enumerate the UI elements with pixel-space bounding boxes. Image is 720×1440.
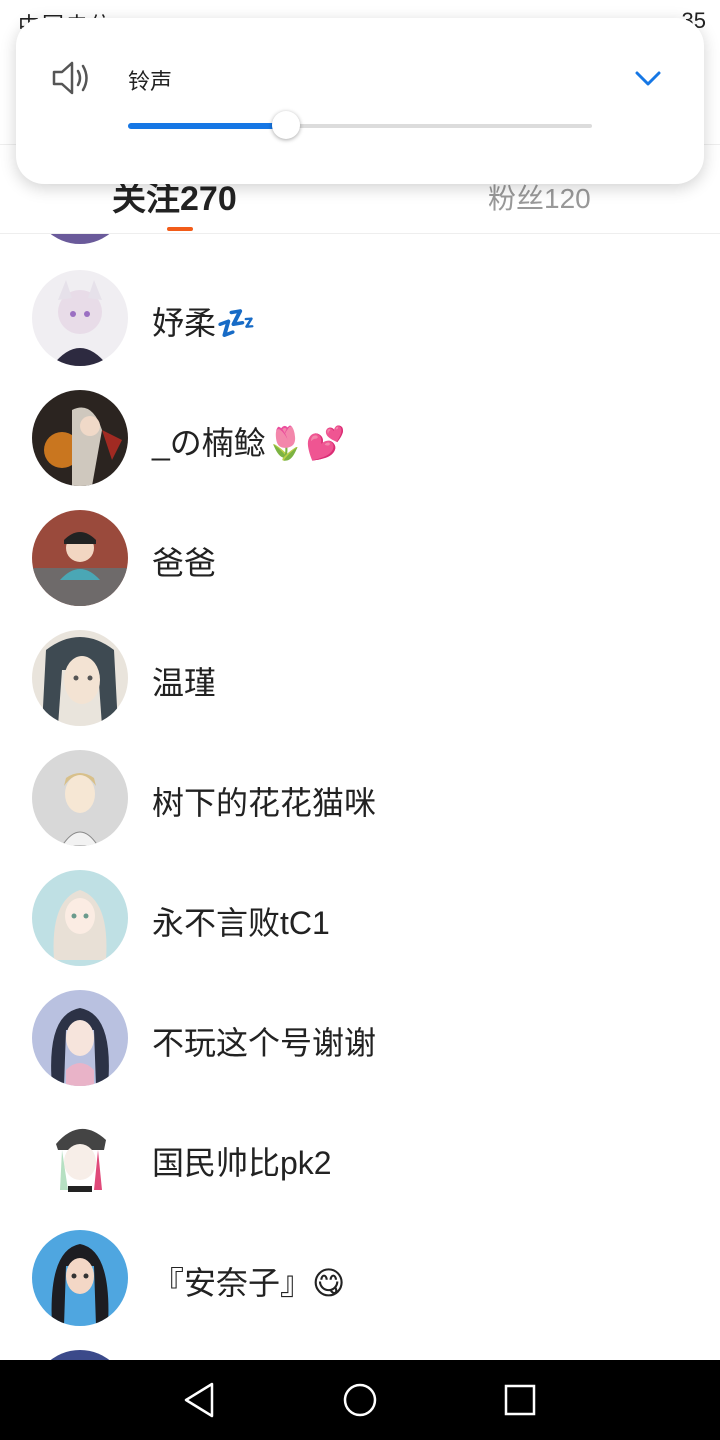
list-item[interactable]: _の楠鲶🌷💕 — [0, 390, 720, 510]
avatar[interactable] — [32, 270, 128, 366]
following-list[interactable]: 妤柔💤 _の楠鲶🌷💕 爸爸 温瑾 树下的花花猫咪 永不言败tC1 不玩这个号谢谢… — [0, 234, 720, 1360]
home-circle-icon[interactable] — [340, 1380, 380, 1420]
system-nav-bar — [0, 1360, 720, 1440]
list-item[interactable]: 国民帅比pk2 — [0, 1110, 720, 1230]
user-name: 温瑾 — [152, 665, 217, 701]
avatar[interactable] — [32, 990, 128, 1086]
speaker-icon[interactable] — [50, 56, 94, 100]
volume-slider[interactable] — [128, 111, 592, 139]
user-name: 妤柔💤 — [152, 305, 256, 341]
volume-panel: 铃声 — [16, 18, 704, 184]
user-name: 『安奈子』😋 — [152, 1265, 346, 1301]
following-list-screen: 中国电信 35 关注270 粉丝120 妤柔💤 _の楠鲶🌷💕 爸爸 — [0, 0, 720, 1440]
slider-thumb[interactable] — [271, 111, 300, 139]
back-triangle-icon[interactable] — [180, 1380, 220, 1420]
user-name: _の楠鲶🌷💕 — [152, 425, 346, 461]
avatar[interactable] — [32, 390, 128, 486]
user-name: 爸爸 — [152, 545, 217, 581]
list-item[interactable]: 温瑾 — [0, 630, 720, 750]
user-name: 不玩这个号谢谢 — [152, 1025, 377, 1061]
list-item[interactable]: 爸爸 — [0, 510, 720, 630]
avatar[interactable] — [32, 870, 128, 966]
avatar[interactable] — [32, 750, 128, 846]
chevron-down-icon[interactable] — [632, 62, 664, 94]
avatar[interactable] — [32, 510, 128, 606]
recent-square-icon[interactable] — [500, 1380, 540, 1420]
user-name: 永不言败tC1 — [152, 905, 330, 941]
avatar[interactable] — [32, 1230, 128, 1326]
active-tab-indicator — [167, 227, 193, 231]
user-name: 树下的花花猫咪 — [152, 785, 377, 821]
slider-fill — [128, 123, 286, 129]
user-name: 国民帅比pk2 — [152, 1145, 332, 1181]
list-item[interactable]: 不玩这个号谢谢 — [0, 990, 720, 1110]
list-item[interactable]: 树下的花花猫咪 — [0, 750, 720, 870]
list-item[interactable]: 永不言败tC1 — [0, 870, 720, 990]
volume-label: 铃声 — [128, 69, 173, 94]
avatar[interactable] — [32, 630, 128, 726]
list-item[interactable]: 『安奈子』😋 — [0, 1230, 720, 1350]
avatar[interactable] — [32, 1350, 128, 1360]
avatar[interactable] — [32, 1110, 128, 1206]
list-item[interactable]: 妤柔💤 — [0, 270, 720, 390]
avatar[interactable] — [32, 234, 128, 244]
